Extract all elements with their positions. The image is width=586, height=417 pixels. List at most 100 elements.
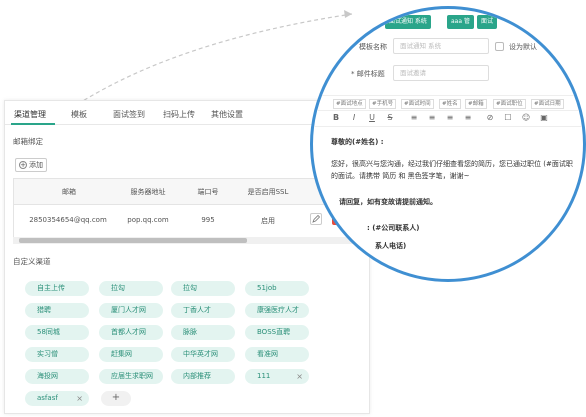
variable-chip[interactable]: #姓名 xyxy=(439,99,461,109)
template-button-system[interactable]: 面试通知 系统 xyxy=(385,15,431,29)
variable-chip[interactable]: #邮箱 xyxy=(465,99,487,109)
channel-tag-label: 康强医疗人才 xyxy=(257,306,299,314)
channel-tag[interactable]: 自主上传 xyxy=(25,281,89,296)
channel-tag[interactable]: 51job xyxy=(245,281,309,296)
channel-tag-label: 内部推荐 xyxy=(183,372,211,380)
channel-tag[interactable]: 拉勾 xyxy=(99,281,163,296)
channel-tag[interactable]: 丁香人才 xyxy=(171,303,235,318)
channel-tag-label: 实习僧 xyxy=(37,350,58,358)
channel-tag-label: 猎聘 xyxy=(37,306,51,314)
channel-tag-label: 海投网 xyxy=(37,372,58,380)
channel-tag-label: 看准网 xyxy=(257,350,278,358)
channel-tag[interactable]: 实习僧 xyxy=(25,347,89,362)
channel-tag-label: 111 xyxy=(257,372,271,380)
channel-tag[interactable]: 首都人才网 xyxy=(99,325,163,340)
cell-server: pop.qq.com xyxy=(127,216,169,224)
subject-label: * 邮件标题 xyxy=(351,70,385,78)
cell-port: 995 xyxy=(201,216,215,224)
channel-tag-label: BOSS直聘 xyxy=(257,328,291,336)
col-header-email: 邮箱 xyxy=(62,188,76,196)
remove-tag-icon[interactable]: × xyxy=(76,391,83,406)
variable-chip[interactable]: #面试日期 xyxy=(531,99,564,109)
channel-tag[interactable]: 厦门人才网 xyxy=(99,303,163,318)
channel-tag[interactable]: 拉勾 xyxy=(171,281,235,296)
channel-tag-label: 首都人才网 xyxy=(111,328,146,336)
scrollbar-thumb[interactable] xyxy=(19,238,247,243)
active-tab-indicator xyxy=(11,123,55,125)
strikethrough-icon[interactable]: S xyxy=(385,113,395,122)
tab-interview-checkin[interactable]: 面试签到 xyxy=(113,109,145,120)
channel-tag-label: 拉勾 xyxy=(111,284,125,292)
template-name-label: 模板名称 xyxy=(359,43,387,51)
add-button-label: 添加 xyxy=(29,161,43,169)
channel-tag[interactable]: 海投网 xyxy=(25,369,89,384)
variable-chip[interactable]: #面试地点 xyxy=(333,99,366,109)
channel-tag[interactable]: 111 × xyxy=(245,369,309,384)
cell-email: 2850354654@qq.com xyxy=(29,216,107,224)
channel-tag[interactable]: 赶集网 xyxy=(99,347,163,362)
channel-tag[interactable]: 内部推荐 xyxy=(171,369,235,384)
remove-tag-icon[interactable]: × xyxy=(296,369,303,384)
magnifier-lens: 面试通知 系统 aaa 管 面试 模板名称 面试通知 系统 设为默认 * 邮件标… xyxy=(310,6,586,282)
channel-tag-label: 应届生求职网 xyxy=(111,372,153,380)
image-icon[interactable]: ▣ xyxy=(539,113,549,122)
tab-scan-upload[interactable]: 扫码上传 xyxy=(163,109,195,120)
channel-tag-label: asfasf xyxy=(37,394,58,402)
default-checkbox[interactable] xyxy=(495,42,504,51)
channel-tag-label: 脉脉 xyxy=(183,328,197,336)
emoji-icon[interactable]: ☺ xyxy=(521,113,531,122)
channel-tag-label: 58同城 xyxy=(37,328,60,336)
variable-chip[interactable]: #面试职位 xyxy=(493,99,526,109)
template-button-interview[interactable]: 面试 xyxy=(477,15,498,29)
variable-chip[interactable]: #手机号 xyxy=(369,99,397,109)
template-name-input[interactable]: 面试通知 系统 xyxy=(393,38,489,54)
custom-section-label: 自定义渠道 xyxy=(13,257,51,266)
col-header-server: 服务器地址 xyxy=(130,188,166,196)
channel-tag[interactable]: asfasf × xyxy=(25,391,89,406)
col-header-ssl: 是否启用SSL xyxy=(247,188,289,196)
underline-icon[interactable]: U xyxy=(367,113,377,122)
channel-tag-label: 丁香人才 xyxy=(183,306,211,314)
email-body-line: 您好，很高兴与您沟通，经过我们仔细查看您的简历，您已通过职位 (#面试职 xyxy=(331,160,573,168)
channel-tag-label: 厦门人才网 xyxy=(111,306,146,314)
template-button-aaa[interactable]: aaa 管 xyxy=(447,15,474,29)
channel-tag[interactable]: 康强医疗人才 xyxy=(245,303,309,318)
subject-input[interactable]: 面试邀请 xyxy=(393,65,489,81)
email-contact-line: : (#公司联系人) xyxy=(367,224,420,232)
align-center-icon[interactable]: ≡ xyxy=(427,113,437,122)
table-icon[interactable]: ☐ xyxy=(503,113,513,122)
variable-bar: #面试地点 #手机号 #面试时间 #姓名 #邮箱 #面试职位 #面试日期 xyxy=(313,95,583,111)
email-body-line: 的面试。请携带 简历 和 黑色签字笔，谢谢~ xyxy=(331,172,470,180)
channel-tag[interactable]: 中华英才网 xyxy=(171,347,235,362)
email-body-line: 请回复，如有变故请提前通知。 xyxy=(339,198,437,206)
channel-tag-label: 51job xyxy=(257,284,277,292)
mail-section-label: 邮箱绑定 xyxy=(13,137,43,146)
align-right-icon[interactable]: ≡ xyxy=(445,113,455,122)
tab-template[interactable]: 模板 xyxy=(71,109,87,120)
italic-icon[interactable]: I xyxy=(349,113,359,122)
email-greeting: 尊敬的(#姓名) : xyxy=(331,138,384,146)
channel-tag[interactable]: 看准网 xyxy=(245,347,309,362)
channel-tag[interactable]: BOSS直聘 xyxy=(245,325,309,340)
col-header-port: 端口号 xyxy=(197,188,219,196)
add-channel-button[interactable]: + xyxy=(101,391,131,406)
tab-other-settings[interactable]: 其他设置 xyxy=(211,109,243,120)
add-mailbox-button[interactable]: + 添加 xyxy=(15,158,47,172)
editor-toolbar: B I U S ≡ ≡ ≡ ≡ ⊘ ☐ ☺ ▣ xyxy=(313,111,583,127)
default-checkbox-label: 设为默认 xyxy=(509,43,537,51)
channel-tag-label: 拉勾 xyxy=(183,284,197,292)
channel-tag[interactable]: 应届生求职网 xyxy=(99,369,163,384)
link-icon[interactable]: ⊘ xyxy=(485,113,495,122)
bold-icon[interactable]: B xyxy=(331,113,341,122)
align-left-icon[interactable]: ≡ xyxy=(409,113,419,122)
plus-circle-icon: + xyxy=(19,161,27,169)
channel-tag[interactable]: 猎聘 xyxy=(25,303,89,318)
channel-tag-label: 赶集网 xyxy=(111,350,132,358)
align-justify-icon[interactable]: ≡ xyxy=(463,113,473,122)
channel-tag-label: 自主上传 xyxy=(37,284,65,292)
variable-chip[interactable]: #面试时间 xyxy=(401,99,434,109)
tab-channel-management[interactable]: 渠道管理 xyxy=(14,109,46,120)
channel-tag[interactable]: 58同城 xyxy=(25,325,89,340)
channel-tag-label: 中华英才网 xyxy=(183,350,218,358)
channel-tag[interactable]: 脉脉 xyxy=(171,325,235,340)
